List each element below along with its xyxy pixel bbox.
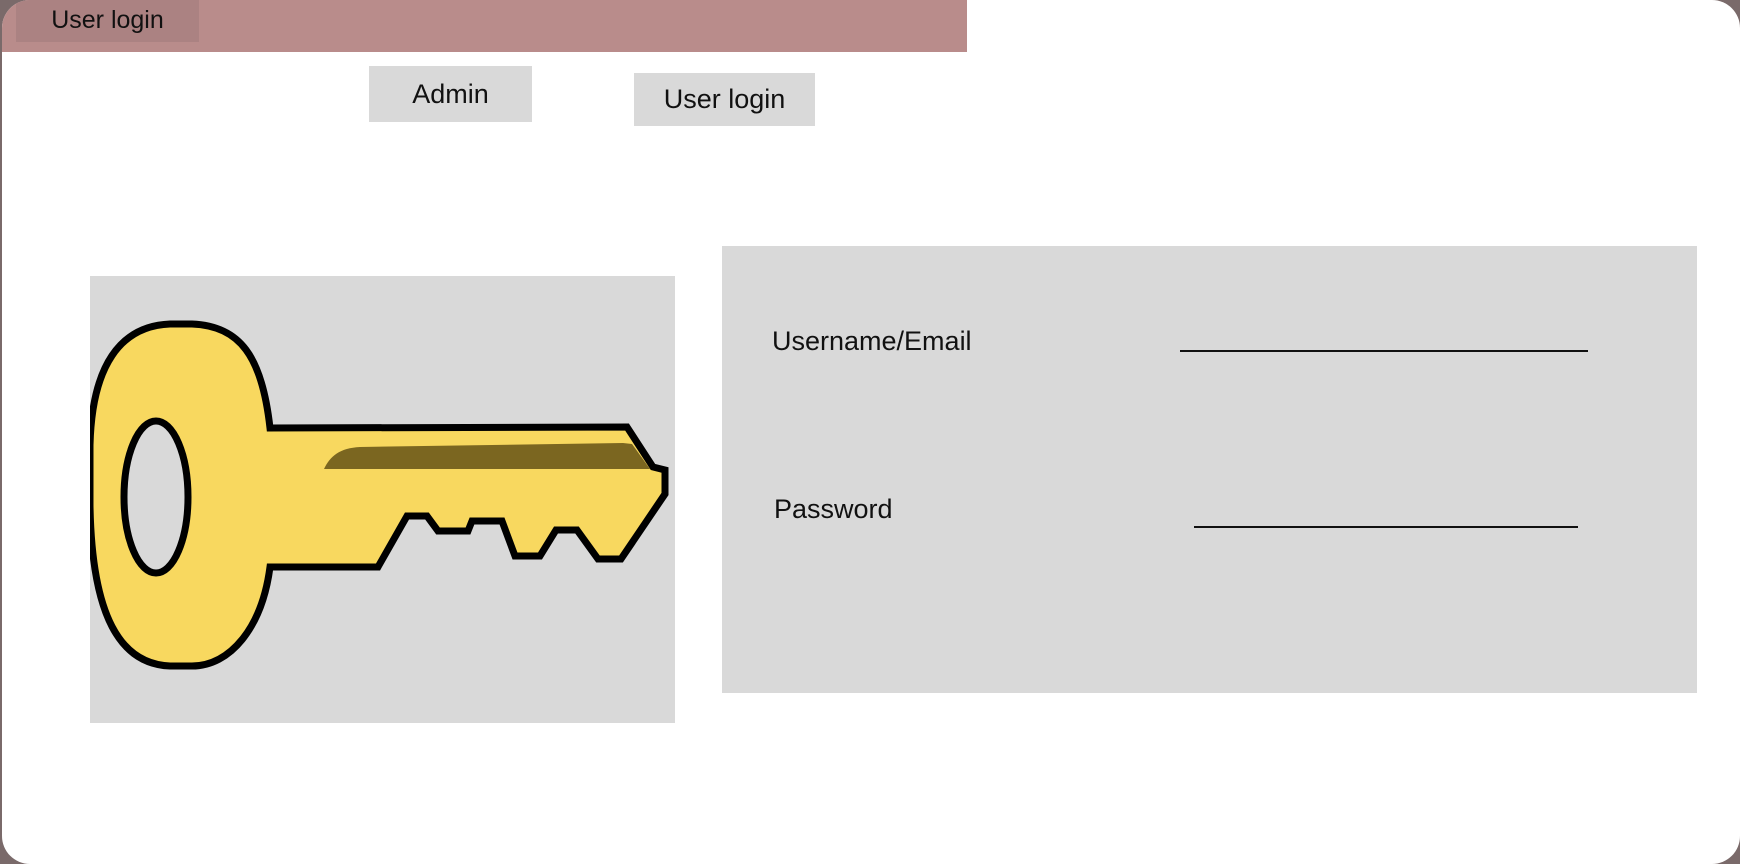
key-groove-shape (324, 443, 650, 469)
username-label: Username/Email (772, 326, 972, 356)
password-field[interactable] (1194, 496, 1578, 528)
title-bar: User login (2, 0, 967, 52)
key-hole-shape (120, 417, 192, 577)
login-form-panel: Username/Email Password (722, 246, 1697, 693)
app-window: User login Admin User login Username/Ema… (2, 0, 1740, 864)
admin-button[interactable]: Admin (369, 66, 532, 122)
username-field[interactable] (1180, 320, 1588, 352)
user-login-button[interactable]: User login (634, 73, 815, 126)
key-illustration-panel (90, 276, 675, 723)
password-label: Password (774, 494, 893, 524)
key-icon (90, 320, 669, 670)
window-title-tab[interactable]: User login (16, 0, 199, 42)
